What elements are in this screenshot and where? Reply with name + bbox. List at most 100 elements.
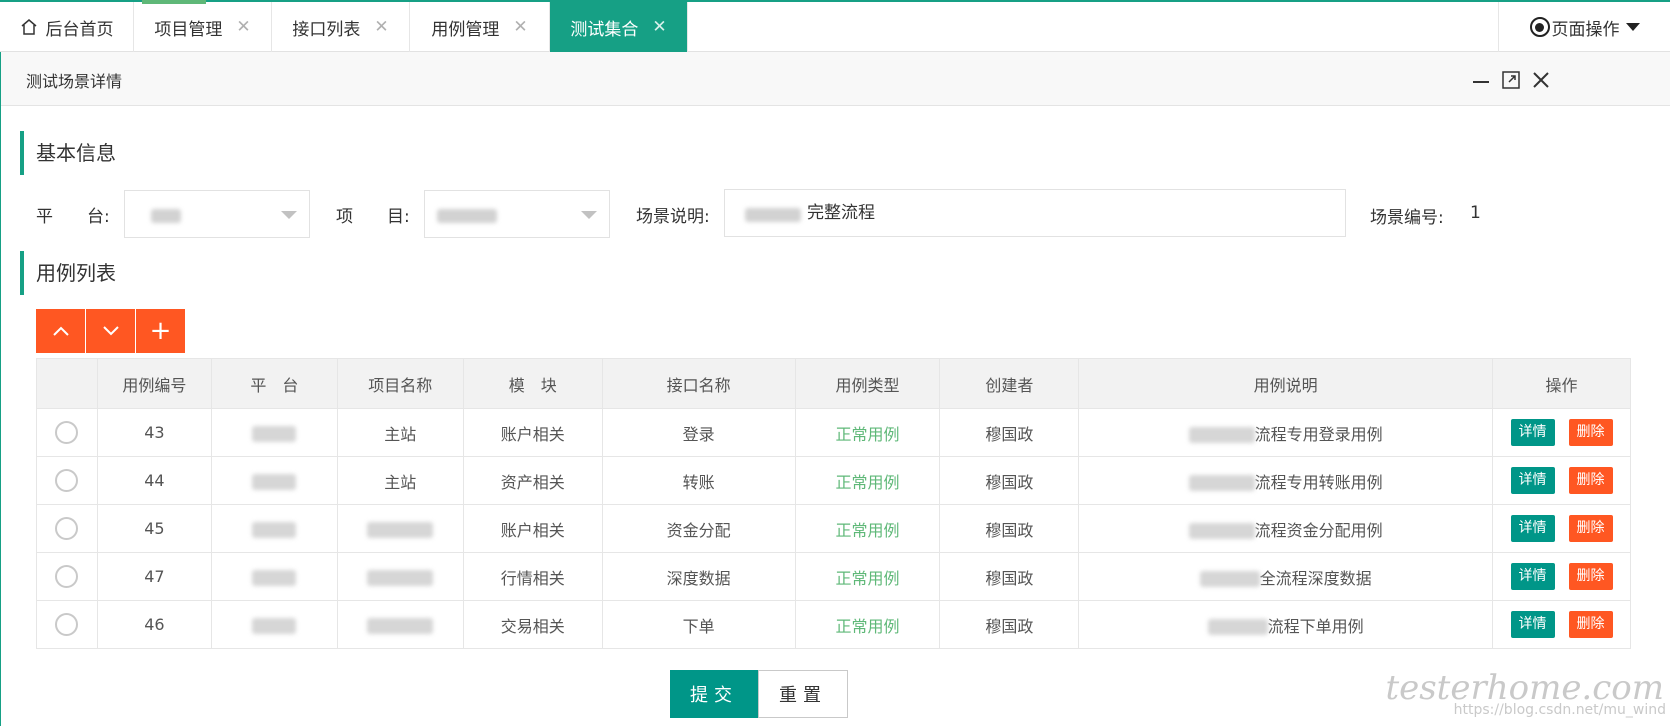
col-desc: 用例说明	[1078, 358, 1493, 409]
chevron-down-icon	[581, 211, 597, 219]
delete-button[interactable]: 删除	[1568, 563, 1613, 590]
maximize-icon[interactable]	[1501, 70, 1521, 90]
close-icon[interactable]: ✕	[513, 17, 527, 37]
redacted-desc	[1188, 427, 1255, 443]
tab-home-label: 后台首页	[45, 19, 114, 40]
case-desc: 流程专用登录用例	[1254, 424, 1383, 444]
tab-label: 测试集合	[570, 19, 639, 40]
redacted-platform	[252, 617, 297, 634]
detail-button[interactable]: 详情	[1510, 611, 1555, 638]
row-radio[interactable]	[55, 565, 79, 588]
case-table: 用例编号 平 台 项目名称 模 块 接口名称 用例类型 创建者 用例说明 操作 …	[36, 358, 1631, 649]
home-icon	[21, 19, 36, 35]
scene-no-value: 1	[1470, 203, 1481, 223]
case-project: 主站	[336, 408, 464, 457]
detail-button[interactable]: 详情	[1510, 467, 1555, 494]
redacted-platform	[252, 569, 297, 586]
redacted-project	[367, 569, 434, 586]
detail-button[interactable]: 详情	[1510, 563, 1555, 590]
delete-button[interactable]: 删除	[1568, 515, 1613, 542]
case-api: 下单	[601, 600, 796, 649]
detail-button[interactable]: 详情	[1510, 419, 1555, 446]
move-down-button[interactable]	[86, 309, 135, 353]
page-ops-menu[interactable]: 页面操作	[1498, 2, 1670, 52]
platform-select[interactable]	[124, 190, 310, 238]
row-radio[interactable]	[55, 469, 79, 492]
case-module: 行情相关	[462, 552, 603, 601]
page-ops-label: 页面操作	[1551, 19, 1620, 40]
watermark-url: https://blog.csdn.net/mu_wind	[1453, 702, 1666, 718]
col-id: 用例编号	[96, 358, 212, 409]
table-row: 44 主站 资产相关 转账 正常用例 穆国政 流程专用转账用例 详情 删除	[36, 456, 1631, 505]
case-desc: 全流程深度数据	[1259, 568, 1372, 588]
table-row: 45 账户相关 资金分配 正常用例 穆国政 流程资金分配用例 详情 删除	[36, 504, 1631, 553]
case-type: 正常用例	[794, 552, 941, 601]
section-case-list: 用例列表	[20, 251, 116, 295]
add-case-button[interactable]: +	[136, 309, 185, 353]
scene-desc-input[interactable]: 完整流程	[724, 189, 1346, 237]
redacted-platform	[252, 473, 297, 490]
project-select[interactable]	[424, 190, 610, 238]
chevron-down-icon	[102, 326, 119, 336]
row-radio[interactable]	[55, 517, 79, 540]
case-creator: 穆国政	[939, 408, 1080, 457]
case-module: 交易相关	[462, 600, 603, 649]
section-basic-info: 基本信息	[20, 131, 116, 175]
case-type: 正常用例	[794, 408, 941, 457]
submit-button[interactable]: 提交	[670, 670, 758, 718]
case-creator: 穆国政	[939, 504, 1080, 553]
col-platform: 平 台	[210, 358, 338, 409]
caret-down-icon	[1625, 23, 1640, 31]
case-api: 资金分配	[601, 504, 796, 553]
minimize-icon[interactable]	[1471, 70, 1491, 90]
col-actions: 操作	[1492, 358, 1631, 409]
col-type: 用例类型	[794, 358, 941, 409]
scene-desc-label: 场景说明:	[636, 207, 710, 227]
redacted-project	[367, 521, 434, 538]
case-module: 账户相关	[462, 408, 603, 457]
tab-test-collection[interactable]: 测试集合 ✕	[550, 2, 688, 52]
case-type: 正常用例	[794, 600, 941, 649]
case-api: 登录	[601, 408, 796, 457]
delete-button[interactable]: 删除	[1568, 611, 1613, 638]
left-border	[0, 52, 1, 726]
tab-home[interactable]: 后台首页	[0, 2, 134, 52]
close-icon[interactable]: ✕	[652, 17, 666, 37]
tab-case-manage[interactable]: 用例管理 ✕	[410, 2, 550, 52]
delete-button[interactable]: 删除	[1568, 467, 1613, 494]
col-project: 项目名称	[336, 358, 464, 409]
tab-label: 用例管理	[431, 19, 500, 40]
col-api: 接口名称	[601, 358, 796, 409]
case-id: 47	[96, 552, 212, 601]
project-label: 项 目:	[336, 207, 410, 227]
target-icon	[1529, 17, 1550, 37]
tab-project-manage[interactable]: 项目管理 ✕	[134, 2, 272, 52]
case-desc: 流程下单用例	[1267, 616, 1364, 636]
detail-button[interactable]: 详情	[1510, 515, 1555, 542]
case-project: 主站	[336, 456, 464, 505]
tab-bar: 后台首页 项目管理 ✕ 接口列表 ✕ 用例管理 ✕ 测试集合 ✕ 页面操作	[0, 0, 1670, 52]
chevron-down-icon	[281, 211, 297, 219]
close-icon[interactable]	[1531, 70, 1551, 90]
redacted-value	[437, 209, 497, 223]
tab-api-list[interactable]: 接口列表 ✕	[272, 2, 410, 52]
close-icon[interactable]: ✕	[236, 17, 250, 37]
case-creator: 穆国政	[939, 600, 1080, 649]
table-row: 43 主站 账户相关 登录 正常用例 穆国政 流程专用登录用例 详情 删除	[36, 408, 1631, 457]
tab-label: 接口列表	[292, 19, 361, 40]
col-creator: 创建者	[939, 358, 1080, 409]
tab-label: 项目管理	[154, 19, 223, 40]
move-up-button[interactable]	[36, 309, 85, 353]
delete-button[interactable]: 删除	[1568, 419, 1613, 446]
redacted-platform	[252, 521, 297, 538]
col-select	[36, 358, 98, 409]
scene-desc-value: 完整流程	[807, 203, 875, 223]
redacted-project	[367, 617, 434, 634]
case-type: 正常用例	[794, 456, 941, 505]
redacted-desc	[1188, 523, 1255, 539]
row-radio[interactable]	[55, 421, 79, 444]
close-icon[interactable]: ✕	[374, 17, 388, 37]
reset-button[interactable]: 重置	[758, 670, 848, 718]
case-api: 转账	[601, 456, 796, 505]
row-radio[interactable]	[55, 613, 79, 636]
